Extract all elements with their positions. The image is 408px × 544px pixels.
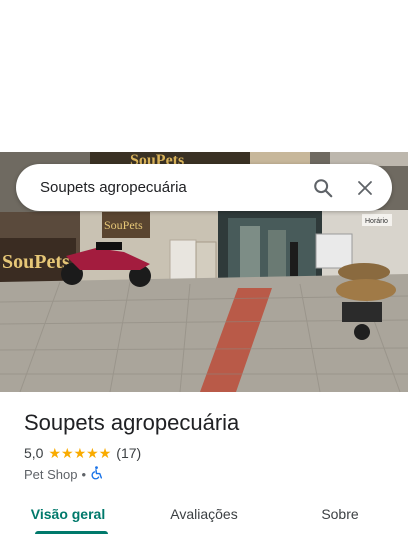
rating-value: 5,0 [24,445,44,461]
tab-reviews[interactable]: Avaliações [136,496,272,540]
separator-dot: • [81,466,87,482]
star-rating: ★ ★ ★ ★ ★ [48,446,111,460]
category-row: Pet Shop • [24,465,394,483]
close-icon[interactable] [352,175,378,201]
star-icon: ★ [98,445,112,461]
star-icon: ★ [61,445,74,461]
star-icon: ★ [73,445,87,461]
search-icon[interactable] [310,175,336,201]
tab-about[interactable]: Sobre [272,496,408,540]
search-bar[interactable]: Soupets agropecuária [16,164,392,211]
wheelchair-accessible-icon [90,465,103,483]
svg-text:SouPets: SouPets [104,218,143,232]
category-label: Pet Shop [24,466,78,482]
place-tabs: Visão geral Avaliações Sobre [0,496,408,540]
search-input[interactable]: Soupets agropecuária [40,179,294,196]
tab-overview[interactable]: Visão geral [0,496,136,540]
svg-text:Horário: Horário [365,218,388,225]
place-title: Soupets agropecuária [24,410,240,435]
star-icon: ★ [48,445,62,461]
wall-sign-text: SouPets [2,251,70,273]
review-count[interactable]: (17) [116,445,141,461]
rating-row[interactable]: 5,0 ★ ★ ★ ★ ★ (17) [24,444,394,462]
star-icon: ★ [86,445,99,461]
place-info: Soupets agropecuária 5,0 ★ ★ ★ ★ ★ (17) … [24,408,394,482]
